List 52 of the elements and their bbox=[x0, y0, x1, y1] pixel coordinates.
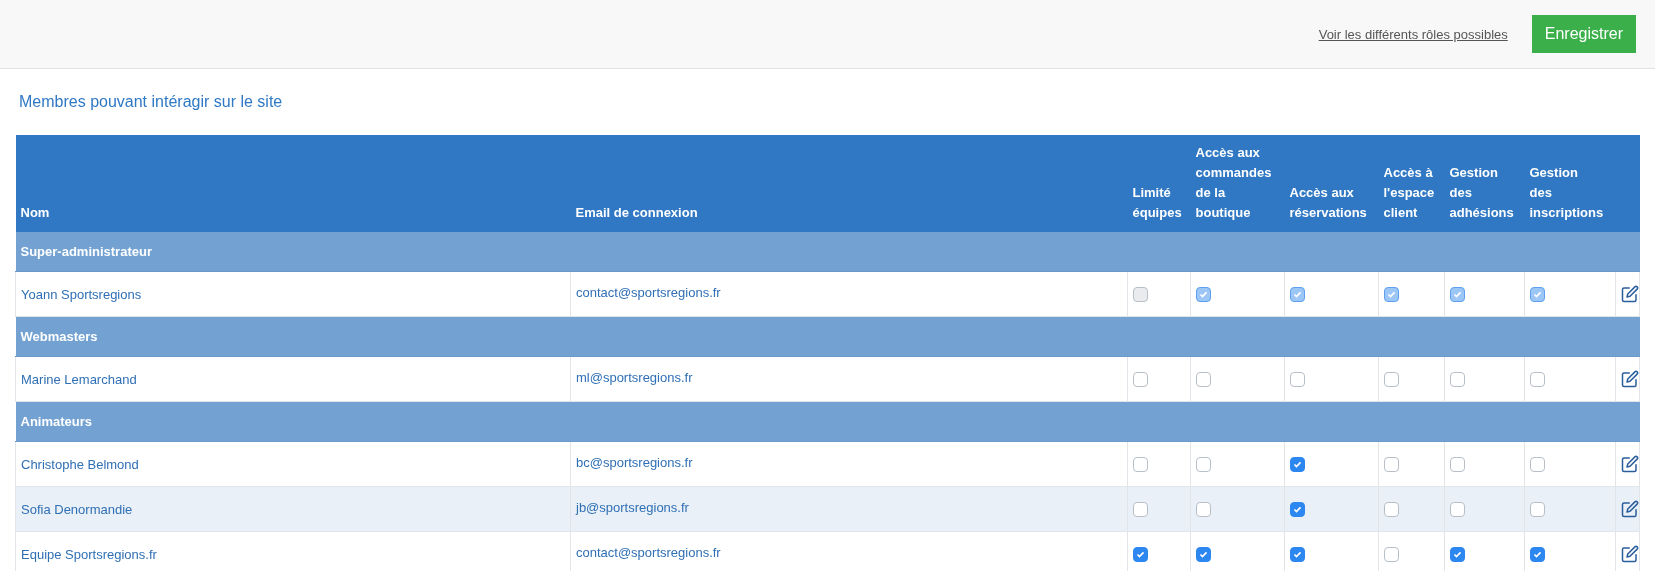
checkbox[interactable] bbox=[1530, 547, 1545, 563]
column-header: Accès aux réservations bbox=[1284, 135, 1379, 232]
member-name[interactable]: Equipe Sportsregions.fr bbox=[15, 531, 571, 571]
edit-icon[interactable] bbox=[1621, 455, 1639, 473]
checkbox[interactable] bbox=[1290, 547, 1305, 563]
checkbox[interactable] bbox=[1384, 457, 1399, 473]
checkbox[interactable] bbox=[1530, 502, 1545, 518]
edit-icon[interactable] bbox=[1621, 545, 1639, 563]
checkbox[interactable] bbox=[1196, 502, 1211, 518]
edit-icon[interactable] bbox=[1621, 285, 1639, 303]
column-header: Nom bbox=[15, 135, 571, 232]
column-header: Gestion des inscriptions bbox=[1524, 135, 1616, 232]
checkbox[interactable] bbox=[1384, 502, 1399, 518]
section-title: Membres pouvant intéragir sur le site bbox=[19, 93, 283, 111]
column-header: Email de connexion bbox=[570, 135, 1128, 232]
checkbox[interactable] bbox=[1290, 502, 1305, 518]
checkbox[interactable] bbox=[1450, 457, 1465, 473]
column-header: Accès à l'espace client bbox=[1378, 135, 1445, 232]
column-header: Limité équipes bbox=[1127, 135, 1191, 232]
checkbox[interactable] bbox=[1133, 502, 1148, 518]
checkbox[interactable] bbox=[1196, 547, 1211, 563]
member-email: ml@sportsregions.fr bbox=[570, 356, 1128, 402]
save-button[interactable]: Enregistrer bbox=[1531, 15, 1636, 53]
checkbox[interactable] bbox=[1133, 372, 1148, 388]
checkbox[interactable] bbox=[1196, 457, 1211, 473]
group-header: Super-administrateur bbox=[15, 232, 1640, 272]
member-email: contact@sportsregions.fr bbox=[570, 271, 1128, 317]
checkbox[interactable] bbox=[1290, 457, 1305, 473]
checkbox[interactable] bbox=[1196, 372, 1211, 388]
checkbox[interactable] bbox=[1530, 457, 1545, 473]
edit-icon[interactable] bbox=[1621, 370, 1639, 388]
checkbox[interactable] bbox=[1133, 547, 1148, 563]
checkbox[interactable] bbox=[1384, 372, 1399, 388]
checkbox[interactable] bbox=[1133, 457, 1148, 473]
column-header: Gestion des adhésions bbox=[1444, 135, 1525, 232]
checkbox[interactable] bbox=[1450, 547, 1465, 563]
member-name[interactable]: Marine Lemarchand bbox=[15, 356, 571, 402]
group-header: Animateurs bbox=[15, 401, 1640, 442]
checkbox[interactable] bbox=[1384, 547, 1399, 563]
edit-icon[interactable] bbox=[1621, 500, 1639, 518]
roles-link[interactable]: Voir les différents rôles possibles bbox=[1318, 26, 1508, 42]
column-header: Accès aux commandes de la boutique bbox=[1190, 135, 1285, 232]
checkbox[interactable] bbox=[1450, 502, 1465, 518]
member-name[interactable]: Christophe Belmond bbox=[15, 441, 571, 487]
member-name[interactable]: Yoann Sportsregions bbox=[15, 271, 571, 317]
group-header: Webmasters bbox=[15, 316, 1640, 357]
member-email: jb@sportsregions.fr bbox=[570, 486, 1128, 532]
checkbox[interactable] bbox=[1530, 372, 1545, 388]
checkbox[interactable] bbox=[1450, 372, 1465, 388]
checkbox[interactable] bbox=[1290, 372, 1305, 388]
member-name[interactable]: Sofia Denormandie bbox=[15, 486, 571, 532]
member-email: bc@sportsregions.fr bbox=[570, 441, 1128, 487]
